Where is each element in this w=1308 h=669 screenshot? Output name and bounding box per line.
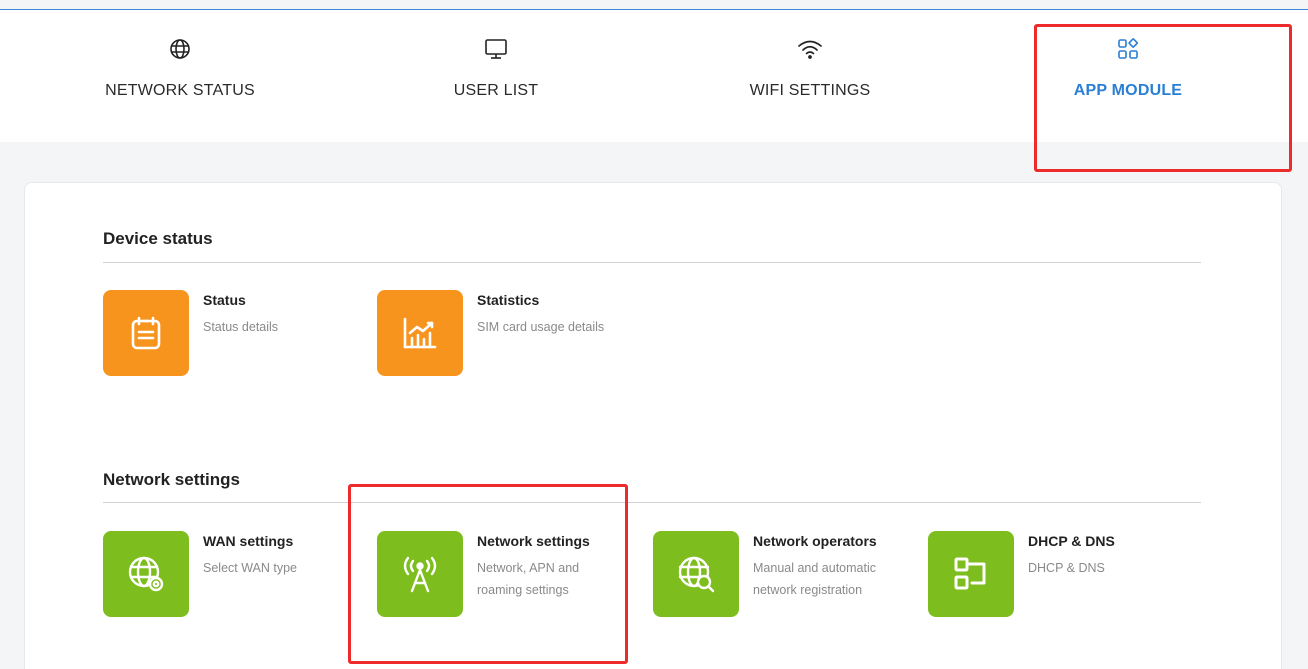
section-title-network-settings: Network settings bbox=[103, 470, 240, 489]
tile-title: Statistics bbox=[477, 292, 540, 308]
tile-title: DHCP & DNS bbox=[1028, 533, 1115, 549]
tile-status[interactable]: Status Status details bbox=[103, 290, 353, 380]
nav-label: WIFI SETTINGS bbox=[749, 82, 871, 99]
clipboard-list-icon bbox=[103, 290, 189, 376]
section-title-device-status: Device status bbox=[103, 229, 213, 248]
tile-description: Manual and automatic network registratio… bbox=[753, 561, 876, 597]
nav-app-module[interactable]: APP MODULE bbox=[1018, 10, 1238, 142]
top-nav: NETWORK STATUS USER LIST WIFI SETTINGS A… bbox=[0, 10, 1308, 142]
tile-description: Network, APN and roaming settings bbox=[477, 561, 580, 597]
nav-network-status[interactable]: NETWORK STATUS bbox=[70, 10, 290, 142]
tile-description: Status details bbox=[203, 320, 279, 334]
antenna-icon bbox=[377, 531, 463, 617]
section-divider bbox=[103, 502, 1201, 503]
section-divider bbox=[103, 262, 1201, 263]
nav-label: NETWORK STATUS bbox=[105, 82, 255, 99]
globe-gear-icon bbox=[103, 531, 189, 617]
monitor-icon bbox=[483, 36, 509, 62]
tile-wan-settings[interactable]: WAN settings Select WAN type bbox=[103, 531, 353, 621]
nav-user-list[interactable]: USER LIST bbox=[386, 10, 606, 142]
nav-label: USER LIST bbox=[453, 82, 539, 99]
nav-label: APP MODULE bbox=[1073, 82, 1183, 99]
tile-title: Network settings bbox=[477, 533, 590, 549]
tile-description: SIM card usage details bbox=[477, 320, 605, 334]
tile-description: DHCP & DNS bbox=[1028, 561, 1105, 575]
tile-description: Select WAN type bbox=[203, 561, 298, 575]
tile-title: Network operators bbox=[753, 533, 877, 549]
globe-search-icon bbox=[653, 531, 739, 617]
tile-title: WAN settings bbox=[203, 533, 294, 549]
dhcp-blocks-icon bbox=[928, 531, 1014, 617]
tile-network-settings[interactable]: Network settings Network, APN and roamin… bbox=[377, 531, 627, 621]
chart-bars-icon bbox=[377, 290, 463, 376]
tile-network-operators[interactable]: Network operators Manual and automatic n… bbox=[653, 531, 903, 621]
wifi-icon bbox=[797, 36, 823, 62]
tile-title: Status bbox=[203, 292, 246, 308]
tile-dhcp-dns[interactable]: DHCP & DNS DHCP & DNS bbox=[928, 531, 1178, 621]
nav-wifi-settings[interactable]: WIFI SETTINGS bbox=[700, 10, 920, 142]
globe-icon bbox=[167, 36, 193, 62]
tile-statistics[interactable]: Statistics SIM card usage details bbox=[377, 290, 627, 380]
app-grid-icon bbox=[1115, 36, 1141, 62]
